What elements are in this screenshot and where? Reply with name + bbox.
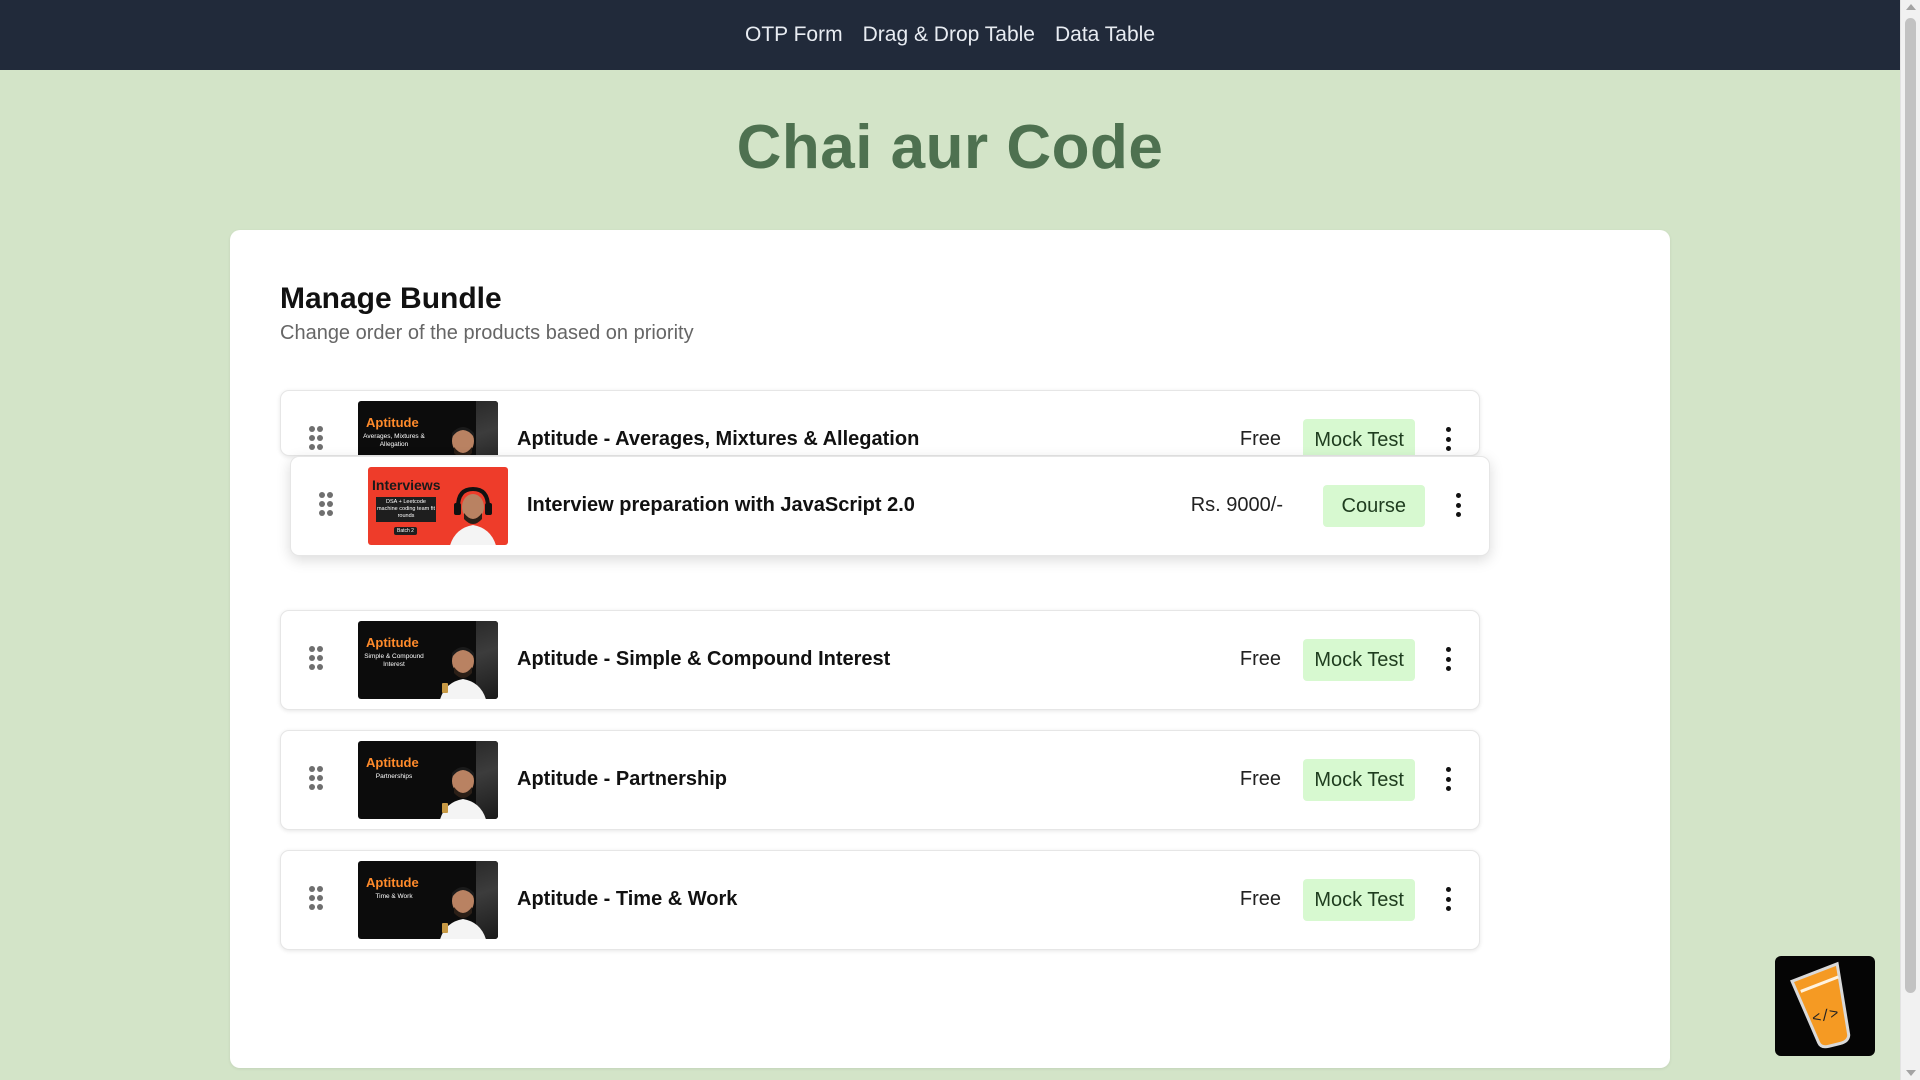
product-price: Free bbox=[1239, 888, 1281, 910]
drag-handle-icon[interactable] bbox=[309, 886, 325, 912]
product-thumbnail: Aptitude Simple & Compound Interest bbox=[358, 621, 498, 699]
drag-handle-icon[interactable] bbox=[309, 646, 325, 672]
product-price: Free bbox=[1239, 428, 1281, 450]
scroll-up-arrow-icon[interactable] bbox=[1906, 4, 1916, 10]
product-type-badge: Mock Test bbox=[1303, 639, 1415, 681]
page-scrollbar[interactable] bbox=[1900, 0, 1920, 1080]
drag-handle-icon[interactable] bbox=[309, 766, 325, 792]
product-type-badge: Mock Test bbox=[1303, 759, 1415, 801]
product-type-badge: Course bbox=[1322, 485, 1425, 527]
instructor-photo-icon bbox=[440, 647, 486, 699]
scroll-down-arrow-icon[interactable] bbox=[1906, 1070, 1916, 1076]
more-options-icon[interactable] bbox=[1445, 887, 1451, 911]
scrollbar-thumb[interactable] bbox=[1905, 18, 1916, 993]
chai-code-cup-icon: </> bbox=[1790, 961, 1851, 1049]
product-type-badge: Mock Test bbox=[1303, 419, 1415, 455]
instructor-photo-icon bbox=[440, 767, 486, 819]
product-price: Rs. 9000/- bbox=[1190, 494, 1283, 516]
drag-handle-icon[interactable] bbox=[319, 492, 335, 518]
product-title: Interview preparation with JavaScript 2.… bbox=[527, 494, 915, 516]
more-options-icon[interactable] bbox=[1455, 493, 1461, 517]
product-price: Free bbox=[1239, 768, 1281, 790]
nav-link-drag-drop-table[interactable]: Drag & Drop Table bbox=[863, 23, 1035, 47]
more-options-icon[interactable] bbox=[1445, 767, 1451, 791]
more-options-icon[interactable] bbox=[1445, 427, 1451, 451]
bundle-row[interactable]: Aptitude Simple & Compound Interest Apti… bbox=[280, 610, 1480, 710]
bundle-row[interactable]: Aptitude Time & Work Aptitude - Time & W… bbox=[280, 850, 1480, 950]
product-title: Aptitude - Averages, Mixtures & Allegati… bbox=[517, 428, 920, 450]
product-thumbnail: Interviews DSA + Leetcode machine coding… bbox=[368, 467, 508, 545]
card-subtitle: Change order of the products based on pr… bbox=[280, 322, 694, 344]
product-thumbnail: Aptitude Time & Work bbox=[358, 861, 498, 939]
bundle-row[interactable]: Aptitude Averages, Mixtures & Allegation… bbox=[280, 390, 1480, 456]
product-thumbnail: Aptitude Averages, Mixtures & Allegation bbox=[358, 401, 498, 455]
drag-handle-icon[interactable] bbox=[309, 426, 325, 452]
bundle-row-dragging[interactable]: Interviews DSA + Leetcode machine coding… bbox=[290, 456, 1490, 556]
instructor-photo-icon bbox=[450, 486, 496, 545]
more-options-icon[interactable] bbox=[1445, 647, 1451, 671]
nav-link-data-table[interactable]: Data Table bbox=[1055, 23, 1155, 47]
product-title: Aptitude - Partnership bbox=[517, 768, 728, 790]
instructor-photo-icon bbox=[440, 887, 486, 939]
product-title: Aptitude - Simple & Compound Interest bbox=[517, 648, 891, 670]
product-price: Free bbox=[1239, 648, 1281, 670]
product-thumbnail: Aptitude Partnerships bbox=[358, 741, 498, 819]
card-title: Manage Bundle bbox=[280, 282, 502, 315]
product-title: Aptitude - Time & Work bbox=[517, 888, 738, 910]
instructor-photo-icon bbox=[452, 427, 474, 455]
manage-bundle-card: Manage Bundle Change order of the produc… bbox=[230, 230, 1670, 1068]
nav-link-otp-form[interactable]: OTP Form bbox=[745, 23, 843, 47]
chai-code-logo-button[interactable]: </> bbox=[1775, 956, 1875, 1056]
product-type-badge: Mock Test bbox=[1303, 879, 1415, 921]
top-nav: OTP Form Drag & Drop Table Data Table bbox=[0, 0, 1900, 70]
bundle-row[interactable]: Aptitude Partnerships Aptitude - Partner… bbox=[280, 730, 1480, 830]
brand-title: Chai aur Code bbox=[736, 113, 1164, 182]
